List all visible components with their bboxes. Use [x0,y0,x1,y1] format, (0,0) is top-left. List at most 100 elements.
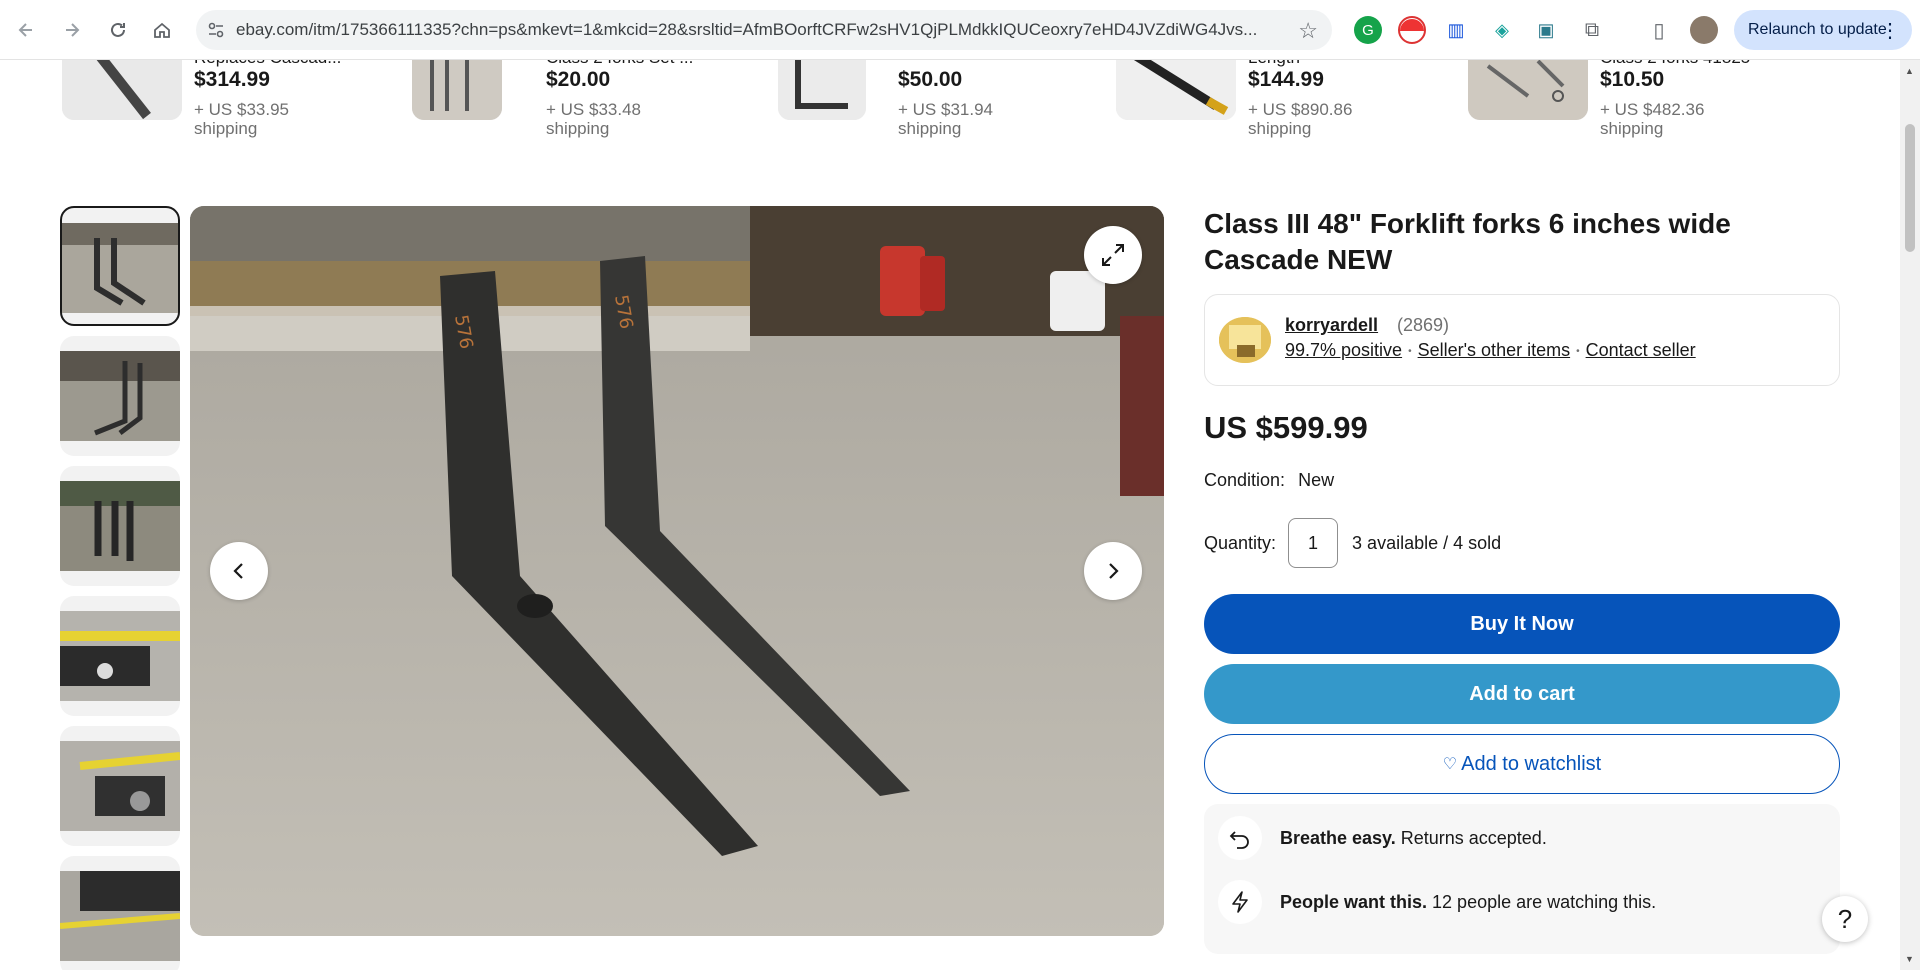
related-title[interactable]: Replaces Cascad... [194,60,341,68]
return-icon [1218,816,1262,860]
separator: • [1576,345,1580,357]
returns-text: Returns accepted. [1400,827,1547,848]
related-price: $10.50 [1600,68,1665,91]
related-items: Replaces Cascad... $314.99 + US $33.95 s… [60,60,1840,166]
related-thumbnail[interactable] [412,60,502,120]
thumbnail-5[interactable] [60,726,180,846]
thumbnail-image [60,481,180,571]
chart-extension-icon[interactable]: ▥ [1442,16,1470,44]
related-price: $50.00 [898,68,963,91]
buy-it-now-button[interactable]: Buy It Now [1204,594,1840,654]
url-text[interactable]: ebay.com/itm/175366111335?chn=ps&mkevt=1… [236,20,1266,40]
heart-icon: ♡ [1442,756,1458,773]
condition-value: New [1298,470,1335,490]
thumbnail-image [60,351,180,441]
back-icon[interactable] [10,14,42,46]
thumbnail-3[interactable] [60,466,180,586]
seller-other-items-link[interactable]: Seller's other items [1418,340,1571,360]
thumbnail-6[interactable] [60,856,180,970]
related-thumbnail[interactable] [778,60,866,120]
relaunch-button[interactable]: Relaunch to update ⋮ [1734,10,1912,50]
chevron-right-icon[interactable] [1084,542,1142,600]
related-item[interactable]: Class 2 forks 41825 $10.50 + US $482.36 … [1466,60,1806,166]
scrollbar[interactable]: ▲ ▼ [1900,60,1920,970]
related-thumbnail[interactable] [1468,60,1588,120]
thumbnail-image [62,223,178,313]
watch-text: 12 people are watching this. [1432,891,1657,912]
quantity-input[interactable]: 1 [1288,518,1339,568]
related-price: $144.99 [1248,68,1324,91]
related-title[interactable]: Length [1248,60,1300,68]
related-item[interactable]: Replaces Cascad... $314.99 + US $33.95 s… [60,60,400,166]
relaunch-label: Relaunch to update [1748,21,1887,38]
price: US $599.99 [1204,410,1368,445]
avatar[interactable] [1690,16,1718,44]
add-to-watchlist-button[interactable]: ♡ Add to watchlist [1204,734,1840,794]
help-icon[interactable]: ? [1822,896,1868,942]
reload-icon[interactable] [102,14,134,46]
menu-icon[interactable]: ⋮ [1880,18,1900,43]
availability-text: 3 available / 4 sold [1352,532,1502,553]
seller-positive-link[interactable]: 99.7% positive [1285,340,1402,360]
seller-links: 99.7% positive • Seller's other items • Cont… [1285,340,1696,361]
info-box: Breathe easy. Returns accepted. People w… [1204,804,1840,954]
returns-row: Breathe easy. Returns accepted. [1218,816,1547,860]
quantity-row: Quantity: 1 3 available / 4 sold [1204,518,1501,568]
returns-bold: Breathe easy. [1280,827,1396,848]
related-thumbnail[interactable] [1116,60,1236,120]
thumbnail-image [60,741,180,831]
thumbnail-4[interactable] [60,596,180,716]
home-icon[interactable] [146,14,178,46]
related-item[interactable]: Class 2 forks Set ... $20.00 + US $33.48… [412,60,752,166]
watchers-row: People want this. 12 people are watching… [1218,880,1656,924]
address-bar[interactable]: ebay.com/itm/175366111335?chn=ps&mkevt=1… [196,10,1332,50]
forward-icon[interactable] [56,14,88,46]
related-shipping: + US $482.36 shipping [1600,100,1705,138]
thumbnail-1[interactable] [60,206,180,326]
related-item[interactable]: $50.00 + US $31.94 shipping [764,60,1104,166]
related-item[interactable]: Length $144.99 + US $890.86 shipping [1114,60,1454,166]
thumbnail-image [60,871,180,961]
forklift-forks-photo: 576 576 [190,206,1164,936]
seller-avatar[interactable] [1219,317,1271,363]
lightning-icon [1218,880,1262,924]
pokeball-icon[interactable] [1398,16,1426,44]
grammarly-icon[interactable]: G [1354,16,1382,44]
related-shipping: + US $33.95 shipping [194,100,289,138]
seller-card: korryardell (2869) 99.7% positive • Seller… [1204,294,1840,386]
page-content: Replaces Cascad... $314.99 + US $33.95 s… [0,60,1900,970]
side-panel-icon[interactable]: ▯ [1645,16,1673,44]
scroll-up-icon[interactable]: ▲ [1905,66,1914,76]
extensions-icon[interactable]: ⧉ [1578,16,1606,44]
main-product-image[interactable]: 576 576 [190,206,1164,936]
related-shipping: + US $890.86 shipping [1248,100,1353,138]
condition-label: Condition: [1204,470,1286,490]
chevron-left-icon[interactable] [210,542,268,600]
condition-row: Condition: New [1204,470,1334,491]
quantity-label: Quantity: [1204,532,1277,553]
browser-toolbar: ebay.com/itm/175366111335?chn=ps&mkevt=1… [0,0,1920,60]
seller-feedback-count: (2869) [1397,315,1450,335]
listing-details: Class III 48" Forklift forks 6 inches wi… [1204,206,1840,954]
related-title[interactable]: Class 2 forks 41825 [1600,60,1750,68]
related-title[interactable]: Class 2 forks Set ... [546,60,693,68]
watch-bold: People want this. [1280,891,1428,912]
related-thumbnail[interactable] [62,60,182,120]
related-price: $20.00 [546,68,611,91]
dev-extension-icon[interactable]: ◈ [1488,16,1516,44]
thumbnail-image [60,611,180,701]
thumbnail-2[interactable] [60,336,180,456]
image-extension-icon[interactable]: ▣ [1532,16,1560,44]
listing-title: Class III 48" Forklift forks 6 inches wi… [1204,208,1731,275]
separator: • [1408,345,1412,357]
related-shipping: + US $31.94 shipping [898,100,993,138]
expand-icon[interactable] [1084,226,1142,284]
related-price: $314.99 [194,68,270,91]
contact-seller-link[interactable]: Contact seller [1586,340,1696,360]
scroll-down-icon[interactable]: ▼ [1905,954,1914,964]
add-to-cart-button[interactable]: Add to cart [1204,664,1840,724]
scrollbar-thumb[interactable] [1905,124,1915,252]
site-info-icon[interactable] [196,10,236,50]
seller-name-link[interactable]: korryardell [1285,315,1378,336]
star-icon[interactable]: ☆ [1298,18,1318,44]
